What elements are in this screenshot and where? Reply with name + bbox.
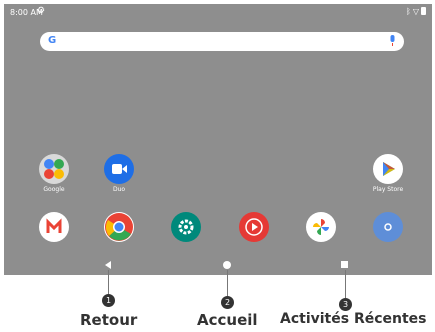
app-duo[interactable]: Duo [89,154,149,193]
app-youtube-music[interactable] [224,212,284,242]
home-button[interactable] [223,261,231,269]
recent-apps-button[interactable] [341,261,348,268]
callout-line [108,270,109,294]
google-search-bar[interactable]: G [40,32,404,51]
app-camera[interactable] [358,212,418,242]
app-label: Duo [112,186,126,193]
chrome-icon [104,212,134,242]
tablet-screen: 8:00 AM ⚙ ᛒ▽ G Google Duo Play Store [4,4,432,275]
app-label: Google [43,186,65,193]
settings-gear-icon: ⚙ [37,6,46,16]
duo-icon [104,154,134,184]
google-logo-icon: G [48,35,57,46]
google-folder-icon [39,154,69,184]
app-gmail[interactable] [24,212,84,242]
callout-number: 2 [221,296,234,309]
status-icons: ᛒ▽ [406,7,426,16]
callout-label-home: Accueil [197,311,258,329]
app-google-folder[interactable]: Google [24,154,84,193]
gmail-icon [39,212,69,242]
camera-icon [373,212,403,242]
app-photos[interactable] [291,212,351,242]
app-label: Play Store [372,186,404,193]
wifi-icon: ▽ [412,7,421,16]
microphone-icon[interactable] [389,35,396,47]
youtube-music-icon [239,212,269,242]
callout-label-recent: Activités Récentes [280,311,427,327]
play-store-icon [373,154,403,184]
back-button[interactable] [105,261,111,269]
navigation-bar [4,256,432,275]
callout-number: 1 [102,294,115,307]
callout-label-back: Retour [80,311,138,329]
photos-icon [306,212,336,242]
callout-line [345,270,346,298]
callout-number: 3 [339,298,352,311]
status-bar: 8:00 AM ⚙ ᛒ▽ [4,4,432,22]
app-play-store[interactable]: Play Store [358,154,418,193]
battery-icon [421,7,426,15]
settings-icon [171,212,201,242]
callout-line [227,270,228,296]
bluetooth-icon: ᛒ [406,7,413,16]
app-settings[interactable] [156,212,216,242]
app-chrome[interactable] [89,212,149,242]
